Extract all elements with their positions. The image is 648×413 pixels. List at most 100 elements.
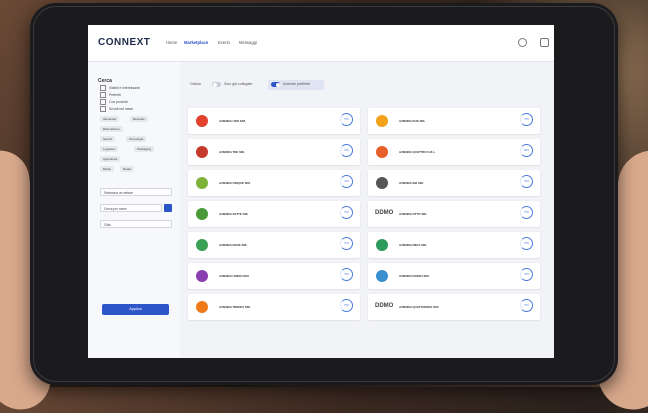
toggle-favorites-label: Aziende preferite: [283, 82, 311, 86]
nav-home[interactable]: Home: [166, 40, 177, 45]
match-score-ring: 75%: [520, 299, 533, 312]
company-card[interactable]: AZIENDA NOVE SRL 70%: [188, 232, 360, 258]
company-name: AZIENDA SETTE SRL: [219, 212, 249, 216]
match-score-value: 70%: [524, 273, 529, 276]
company-card[interactable]: AZIENDA SEI SRL 75%: [368, 170, 540, 196]
toggle-connected[interactable]: [212, 82, 221, 87]
match-score-ring: 75%: [340, 206, 353, 219]
filter-chip[interactable]: Ristorazione: [100, 126, 123, 132]
company-card[interactable]: AZIENDA DODICI SPA 70%: [368, 263, 540, 289]
name-search-input[interactable]: Cerca per nome: [100, 204, 162, 212]
filter-sidebar: Cerca Visibili e interessanti Preferiti …: [88, 62, 180, 358]
company-card[interactable]: AZIENDA TREDICI SRL 75%: [188, 294, 360, 320]
match-score-ring: 75%: [520, 113, 533, 126]
filter-chip[interactable]: Bevande: [130, 116, 148, 122]
match-score-value: 70%: [344, 242, 349, 245]
search-icon[interactable]: [518, 38, 527, 47]
company-logo: [196, 177, 208, 189]
filter-check[interactable]: Preferiti: [100, 92, 121, 97]
list-toolbar: Ordina Solo già collegate Aziende prefer…: [184, 80, 542, 92]
company-logo: [376, 146, 388, 158]
filter-chip[interactable]: Retail: [120, 166, 134, 172]
match-score-ring: 70%: [340, 144, 353, 157]
nav-marketplace[interactable]: Marketplace: [184, 40, 208, 45]
city-select[interactable]: Città: [100, 220, 172, 228]
match-score-value: 75%: [524, 304, 529, 307]
match-score-value: 70%: [344, 180, 349, 183]
company-name: AZIENDA QUATTRO S.R.L.: [399, 150, 436, 154]
filter-chip[interactable]: Logistica: [100, 146, 118, 152]
toggle-connected-label: Solo già collegate: [224, 82, 253, 86]
company-logo: [196, 301, 208, 313]
user-icon[interactable]: [540, 38, 549, 47]
nav-eventi[interactable]: Eventi: [218, 40, 230, 45]
match-score-value: 75%: [524, 211, 529, 214]
company-card[interactable]: AZIENDA TRE SRL 70%: [188, 139, 360, 165]
company-name: AZIENDA TREDICI SRL: [219, 305, 251, 309]
company-name: AZIENDA NOVE SRL: [219, 243, 248, 247]
match-score-value: 75%: [344, 304, 349, 307]
app-logo[interactable]: CONNEXT: [98, 37, 150, 48]
match-score-value: 70%: [344, 149, 349, 152]
company-card[interactable]: AZIENDA CINQUE SPA 70%: [188, 170, 360, 196]
company-logo: DDMO: [375, 303, 394, 309]
top-navbar: CONNEXT Home Marketplace Eventi Messaggi: [88, 25, 554, 62]
filter-chip[interactable]: Agricoltura: [100, 156, 121, 162]
favorites-toggle-group: Aziende preferite: [268, 80, 324, 90]
sector-select[interactable]: Seleziona un settore: [100, 188, 172, 196]
company-name: AZIENDA DODICI SPA: [399, 274, 430, 278]
filter-chip[interactable]: Tecnologia: [126, 136, 147, 142]
match-score-value: 75%: [524, 180, 529, 183]
match-score-ring: 70%: [340, 237, 353, 250]
company-card[interactable]: DDMO AZIENDA OTTO SRL 75%: [368, 201, 540, 227]
company-logo: [376, 115, 388, 127]
company-logo: DDMO: [375, 210, 394, 216]
company-card[interactable]: AZIENDA QUATTRO S.R.L. 80%: [368, 139, 540, 165]
company-name: AZIENDA DIECI SRL: [399, 243, 427, 247]
company-logo: [196, 115, 208, 127]
match-score-value: 75%: [344, 118, 349, 121]
company-card[interactable]: AZIENDA SETTE SRL 75%: [188, 201, 360, 227]
nav-messaggi[interactable]: Messaggi: [239, 40, 257, 45]
filter-chip[interactable]: Servizi: [100, 136, 116, 142]
company-name: AZIENDA OTTO SRL: [399, 212, 428, 216]
filter-check[interactable]: Visibili e interessanti: [100, 85, 140, 90]
filter-chip[interactable]: Moda: [100, 166, 114, 172]
match-score-ring: 75%: [340, 113, 353, 126]
company-logo: [196, 146, 208, 158]
company-logo: [376, 270, 388, 282]
company-name: AZIENDA CINQUE SPA: [219, 181, 251, 185]
match-score-ring: 80%: [520, 144, 533, 157]
match-score-ring: 75%: [340, 268, 353, 281]
apply-button[interactable]: Applica: [102, 304, 169, 315]
toggle-favorites[interactable]: [271, 82, 280, 87]
match-score-value: 75%: [524, 118, 529, 121]
company-logo: [196, 270, 208, 282]
company-card[interactable]: AZIENDA UNDICI SPA 75%: [188, 263, 360, 289]
match-score-value: 75%: [344, 211, 349, 214]
filter-title: Cerca: [98, 78, 112, 84]
company-name: AZIENDA DUE SRL: [399, 119, 426, 123]
search-button[interactable]: [164, 204, 172, 212]
filter-chip[interactable]: Packaging: [134, 146, 155, 152]
company-card[interactable]: AZIENDA DUE SRL 75%: [368, 108, 540, 134]
filter-check[interactable]: Sconti nel mese: [100, 106, 133, 111]
filter-chip[interactable]: Alimentari: [100, 116, 120, 122]
company-logo: [376, 239, 388, 251]
company-logo: [196, 208, 208, 220]
company-card[interactable]: DDMO AZIENDA QUATTORDICI SPA 75%: [368, 294, 540, 320]
match-score-ring: 75%: [340, 299, 353, 312]
match-score-ring: 75%: [520, 175, 533, 188]
company-name: AZIENDA UNDICI SPA: [219, 274, 250, 278]
match-score-value: 75%: [344, 273, 349, 276]
company-logo: [376, 177, 388, 189]
company-card[interactable]: AZIENDA UNO SPA 75%: [188, 108, 360, 134]
match-score-ring: 70%: [520, 268, 533, 281]
filter-check[interactable]: Con prodotti: [100, 99, 127, 104]
match-score-ring: 75%: [520, 206, 533, 219]
company-card[interactable]: AZIENDA DIECI SRL 75%: [368, 232, 540, 258]
company-name: AZIENDA SEI SRL: [399, 181, 424, 185]
match-score-value: 80%: [524, 149, 529, 152]
company-name: AZIENDA UNO SPA: [219, 119, 246, 123]
sort-label: Ordina: [190, 82, 201, 86]
